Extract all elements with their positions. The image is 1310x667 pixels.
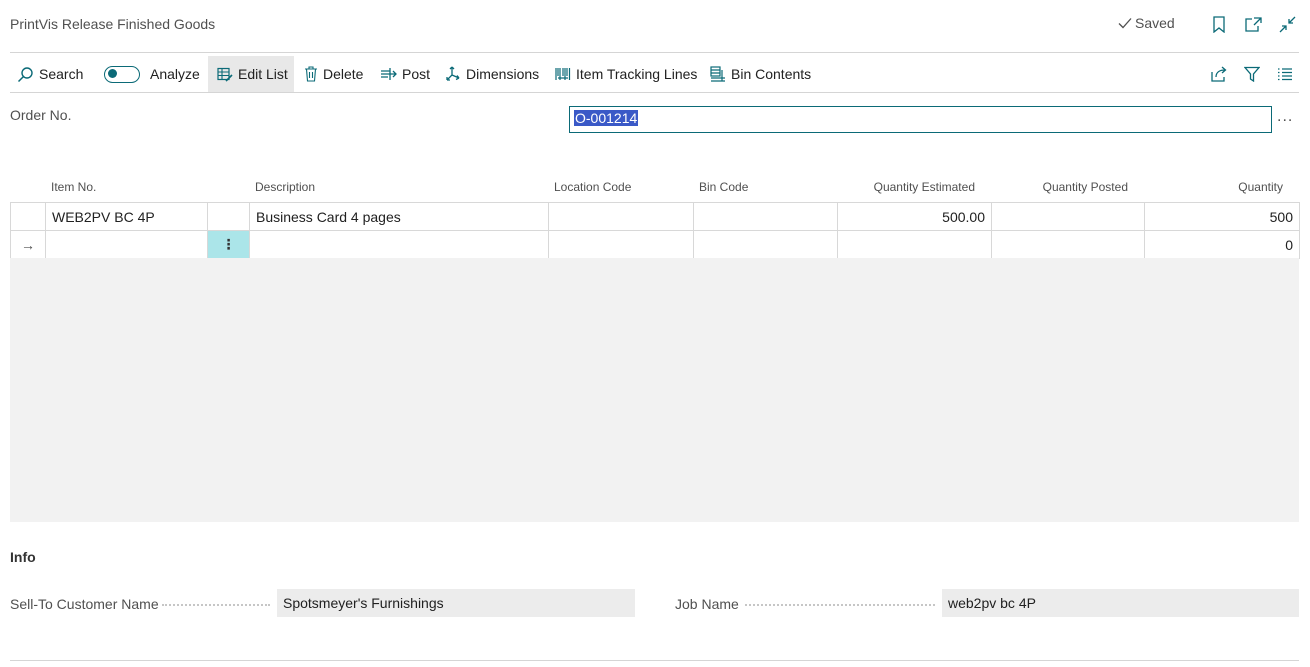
analyze-toggle[interactable]: Analyze bbox=[104, 56, 200, 92]
order-no-label: Order No. bbox=[10, 107, 72, 123]
cell-item-no[interactable]: WEB2PV BC 4P bbox=[45, 202, 208, 231]
cell-bin-code[interactable] bbox=[693, 230, 838, 259]
table-row[interactable]: WEB2PV BC 4P Business Card 4 pages 500.0… bbox=[10, 202, 1300, 231]
more-options-icon[interactable]: ... bbox=[1277, 108, 1293, 126]
job-name-label: Job Name bbox=[675, 596, 739, 612]
current-row-arrow-icon: → bbox=[10, 230, 46, 259]
open-new-window-icon[interactable] bbox=[1242, 13, 1264, 35]
action-bar: Search Analyze Edit List Delete Post Dim… bbox=[0, 56, 1310, 92]
saved-label: Saved bbox=[1135, 15, 1175, 31]
collapse-icon[interactable] bbox=[1276, 13, 1298, 35]
sell-to-customer-name-label: Sell-To Customer Name bbox=[10, 596, 159, 612]
cell-quantity-posted[interactable] bbox=[991, 230, 1145, 259]
search-icon bbox=[17, 66, 33, 82]
divider bbox=[10, 52, 1299, 53]
post-icon bbox=[381, 68, 397, 80]
cell-quantity-estimated[interactable]: 500.00 bbox=[837, 202, 992, 231]
search-button[interactable]: Search bbox=[17, 56, 83, 92]
job-name-field[interactable]: web2pv bc 4P bbox=[942, 589, 1299, 617]
delete-button[interactable]: Delete bbox=[304, 56, 363, 92]
cell-location-code[interactable] bbox=[548, 202, 694, 231]
cell-quantity[interactable]: 500 bbox=[1144, 202, 1300, 231]
share-icon[interactable] bbox=[1208, 64, 1230, 84]
dimensions-button[interactable]: Dimensions bbox=[445, 56, 539, 92]
search-label: Search bbox=[39, 66, 84, 82]
cell-quantity-posted[interactable] bbox=[991, 202, 1145, 231]
cell-bin-code[interactable] bbox=[693, 202, 838, 231]
grid-empty-area bbox=[10, 258, 1299, 522]
list-view-icon[interactable] bbox=[1274, 64, 1296, 84]
edit-list-label: Edit List bbox=[238, 66, 288, 82]
column-header-location-code[interactable]: Location Code bbox=[554, 180, 631, 194]
dimensions-label: Dimensions bbox=[466, 66, 540, 82]
row-menu-cell bbox=[207, 202, 250, 231]
edit-list-button[interactable]: Edit List bbox=[208, 56, 294, 92]
filter-icon[interactable] bbox=[1241, 64, 1263, 84]
row-marker bbox=[10, 202, 46, 231]
row-menu-icon[interactable]: ⋮ bbox=[207, 230, 250, 259]
column-header-bin-code[interactable]: Bin Code bbox=[699, 180, 748, 194]
leader-dots bbox=[162, 604, 270, 606]
bin-contents-icon bbox=[710, 66, 725, 82]
cell-description[interactable] bbox=[249, 230, 549, 259]
column-header-item-no[interactable]: Item No. bbox=[51, 180, 96, 194]
cell-quantity[interactable]: 0 bbox=[1144, 230, 1300, 259]
bin-contents-button[interactable]: Bin Contents bbox=[710, 56, 811, 92]
toggle-switch[interactable] bbox=[104, 65, 140, 83]
table-row[interactable]: → ⋮ 0 bbox=[10, 230, 1300, 259]
grid-header: Item No. Description Location Code Bin C… bbox=[10, 172, 1299, 202]
cell-location-code[interactable] bbox=[548, 230, 694, 259]
saved-status: Saved bbox=[1118, 15, 1175, 31]
edit-list-icon bbox=[217, 67, 233, 82]
column-header-quantity-estimated[interactable]: Quantity Estimated bbox=[874, 180, 975, 194]
post-label: Post bbox=[402, 66, 431, 82]
analyze-label: Analyze bbox=[150, 66, 200, 82]
item-tracking-lines-label: Item Tracking Lines bbox=[576, 66, 698, 82]
info-section-heading[interactable]: Info bbox=[10, 549, 36, 565]
cell-item-no[interactable] bbox=[45, 230, 208, 259]
cell-quantity-estimated[interactable] bbox=[837, 230, 992, 259]
barcode-icon bbox=[555, 68, 571, 80]
checkmark-icon bbox=[1118, 18, 1132, 29]
divider bbox=[10, 660, 1299, 661]
divider bbox=[10, 92, 1299, 93]
trash-icon bbox=[305, 66, 317, 82]
item-tracking-lines-button[interactable]: Item Tracking Lines bbox=[555, 56, 697, 92]
leader-dots bbox=[745, 604, 935, 606]
column-header-quantity-posted[interactable]: Quantity Posted bbox=[1043, 180, 1128, 194]
order-no-input[interactable]: O-001214 bbox=[569, 106, 1272, 133]
sell-to-customer-name-field[interactable]: Spotsmeyer's Furnishings bbox=[277, 589, 635, 617]
lines-grid: Item No. Description Location Code Bin C… bbox=[10, 172, 1300, 259]
lines-table: WEB2PV BC 4P Business Card 4 pages 500.0… bbox=[10, 202, 1300, 259]
delete-label: Delete bbox=[323, 66, 364, 82]
column-header-quantity[interactable]: Quantity bbox=[1238, 180, 1283, 194]
page-title: PrintVis Release Finished Goods bbox=[10, 16, 216, 32]
order-no-value: O-001214 bbox=[574, 110, 639, 126]
cell-description[interactable]: Business Card 4 pages bbox=[249, 202, 549, 231]
dimensions-icon bbox=[446, 66, 460, 81]
post-button[interactable]: Post bbox=[380, 56, 430, 92]
column-header-description[interactable]: Description bbox=[255, 180, 315, 194]
bookmark-icon[interactable] bbox=[1208, 13, 1230, 35]
bin-contents-label: Bin Contents bbox=[731, 66, 812, 82]
title-bar: PrintVis Release Finished Goods Saved bbox=[0, 0, 1310, 52]
